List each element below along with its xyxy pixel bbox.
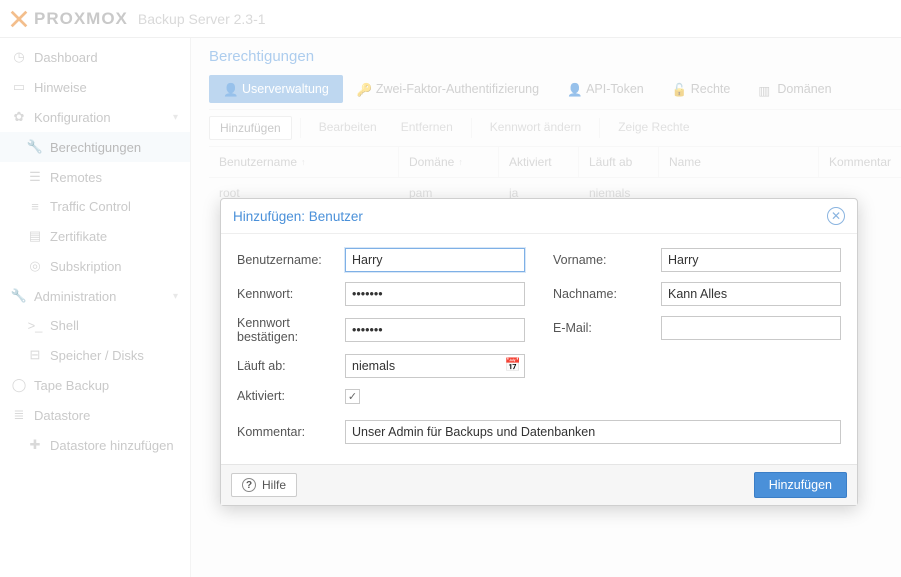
comment-input[interactable] xyxy=(345,420,841,444)
firstname-label: Vorname: xyxy=(553,253,661,267)
lastname-input[interactable] xyxy=(661,282,841,306)
close-icon: ✕ xyxy=(831,210,841,222)
help-button[interactable]: ? Hilfe xyxy=(231,473,297,497)
help-icon: ? xyxy=(242,478,256,492)
username-label: Benutzername: xyxy=(237,253,345,267)
password-input[interactable] xyxy=(345,282,525,306)
enabled-label: Aktiviert: xyxy=(237,389,345,403)
dialog-footer: ? Hilfe Hinzufügen xyxy=(221,464,857,505)
dialog-title: Hinzufügen: Benutzer xyxy=(233,209,363,224)
email-input[interactable] xyxy=(661,316,841,340)
firstname-input[interactable] xyxy=(661,248,841,272)
submit-add-button[interactable]: Hinzufügen xyxy=(754,472,847,498)
expires-input[interactable] xyxy=(345,354,525,378)
close-button[interactable]: ✕ xyxy=(827,207,845,225)
comment-label: Kommentar: xyxy=(237,425,345,439)
calendar-icon[interactable]: 📅 xyxy=(505,357,521,373)
add-user-dialog: Hinzufügen: Benutzer ✕ Benutzername: Ken… xyxy=(220,198,858,506)
enabled-checkbox[interactable]: ✓ xyxy=(345,389,360,404)
dialog-header: Hinzufügen: Benutzer ✕ xyxy=(221,199,857,234)
username-input[interactable] xyxy=(345,248,525,272)
expires-label: Läuft ab: xyxy=(237,359,345,373)
password-label: Kennwort: xyxy=(237,287,345,301)
email-label: E-Mail: xyxy=(553,321,661,335)
confirm-password-label: Kennwort bestätigen: xyxy=(237,316,345,344)
lastname-label: Nachname: xyxy=(553,287,661,301)
dialog-body: Benutzername: Kennwort: Kennwort bestäti… xyxy=(221,234,857,464)
confirm-password-input[interactable] xyxy=(345,318,525,342)
